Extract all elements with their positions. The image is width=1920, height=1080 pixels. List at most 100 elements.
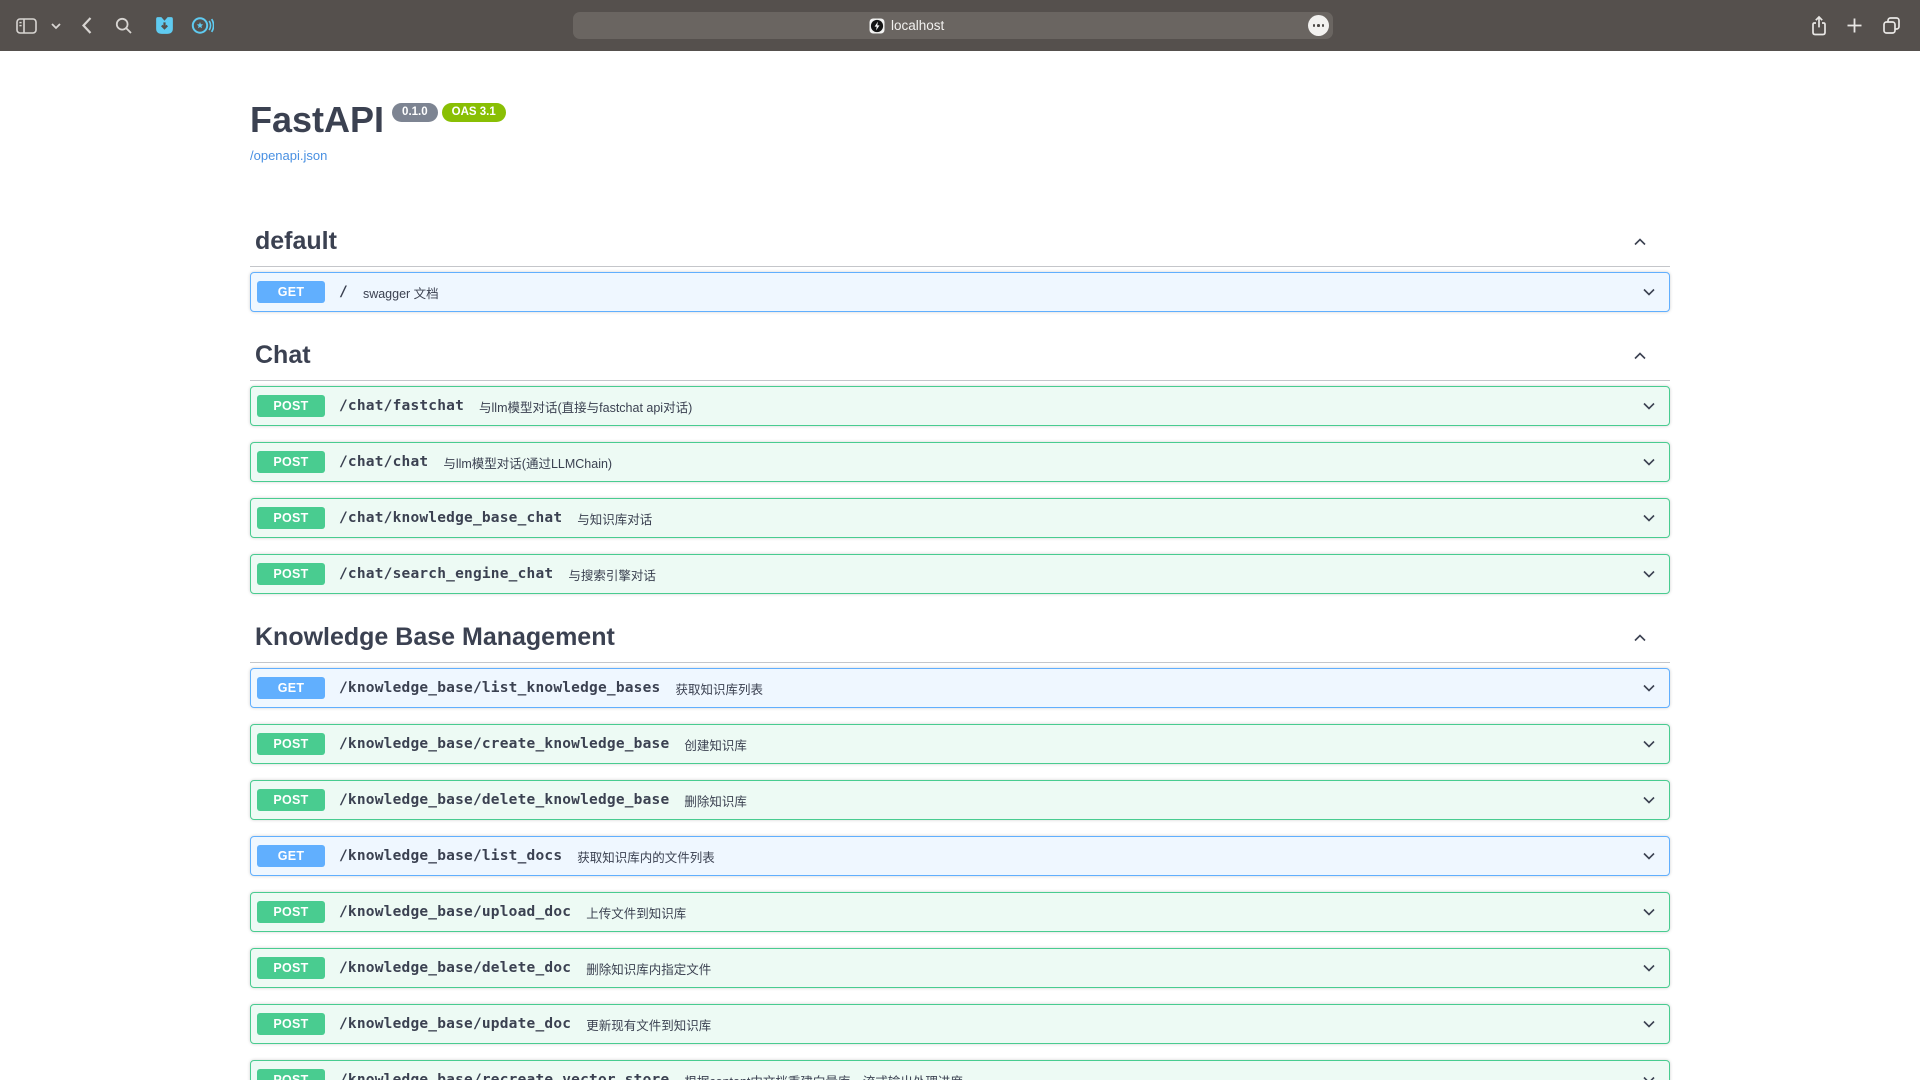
plus-icon <box>1846 17 1863 34</box>
collapse-section-icon[interactable] <box>1630 628 1650 648</box>
endpoint-description: 创建知识库 <box>684 735 747 754</box>
http-method-badge: POST <box>257 395 325 417</box>
endpoint-path: /knowledge_base/list_docs <box>339 848 562 864</box>
endpoint-path: /chat/knowledge_base_chat <box>339 510 562 526</box>
endpoint-row[interactable]: POST /chat/knowledge_base_chat 与知识库对话 <box>250 498 1670 538</box>
endpoint-description: 根据content中文档重建向量库，流式输出处理进度。 <box>684 1071 975 1080</box>
section-endpoints: GET /knowledge_base/list_knowledge_bases… <box>250 668 1670 1080</box>
endpoint-description: 更新现有文件到知识库 <box>586 1015 711 1034</box>
expand-endpoint-icon[interactable] <box>1639 1070 1659 1080</box>
endpoint-path: /chat/fastchat <box>339 398 464 414</box>
sidebar-menu-button[interactable] <box>51 22 61 30</box>
http-method-badge: GET <box>257 677 325 699</box>
url-text: localhost <box>891 18 944 33</box>
page-settings-button[interactable] <box>1308 15 1329 36</box>
endpoint-path: /knowledge_base/upload_doc <box>339 904 571 920</box>
section-header[interactable]: Chat <box>250 343 1670 381</box>
collapse-section-icon[interactable] <box>1630 346 1650 366</box>
expand-endpoint-icon[interactable] <box>1639 846 1659 866</box>
endpoint-path: /knowledge_base/delete_knowledge_base <box>339 792 669 808</box>
tabs-overview-icon <box>1881 15 1902 36</box>
endpoint-row[interactable]: GET /knowledge_base/list_docs 获取知识库内的文件列… <box>250 836 1670 876</box>
endpoint-description: 与llm模型对话(直接与fastchat api对话) <box>479 397 692 416</box>
share-button[interactable] <box>1810 15 1828 37</box>
endpoint-row[interactable]: POST /knowledge_base/delete_knowledge_ba… <box>250 780 1670 820</box>
expand-endpoint-icon[interactable] <box>1639 790 1659 810</box>
tabs-overview-button[interactable] <box>1881 15 1902 36</box>
expand-endpoint-icon[interactable] <box>1639 452 1659 472</box>
expand-endpoint-icon[interactable] <box>1639 282 1659 302</box>
endpoint-row[interactable]: POST /knowledge_base/upload_doc 上传文件到知识库 <box>250 892 1670 932</box>
http-method-badge: POST <box>257 789 325 811</box>
address-bar[interactable]: localhost <box>573 12 1333 39</box>
expand-endpoint-icon[interactable] <box>1639 1014 1659 1034</box>
endpoint-description: 删除知识库 <box>684 791 747 810</box>
endpoint-path: /chat/search_engine_chat <box>339 566 553 582</box>
endpoint-row[interactable]: GET / swagger 文档 <box>250 272 1670 312</box>
search-button[interactable] <box>115 17 133 35</box>
expand-endpoint-icon[interactable] <box>1639 902 1659 922</box>
endpoint-path: /knowledge_base/create_knowledge_base <box>339 736 669 752</box>
section-title: Chat <box>255 343 311 368</box>
expand-endpoint-icon[interactable] <box>1639 678 1659 698</box>
expand-endpoint-icon[interactable] <box>1639 508 1659 528</box>
share-icon <box>1810 15 1828 37</box>
section-title: default <box>255 229 337 254</box>
site-favicon-lightning-icon <box>869 18 885 34</box>
endpoint-path: /knowledge_base/list_knowledge_bases <box>339 680 660 696</box>
new-tab-button[interactable] <box>1846 17 1863 34</box>
api-sections: default GET / swagger 文档 Chat POST /chat… <box>250 229 1670 1080</box>
endpoint-row[interactable]: GET /knowledge_base/list_knowledge_bases… <box>250 668 1670 708</box>
back-button[interactable] <box>81 16 93 35</box>
collapse-section-icon[interactable] <box>1630 232 1650 252</box>
section-header[interactable]: Knowledge Base Management <box>250 625 1670 663</box>
http-method-badge: POST <box>257 733 325 755</box>
endpoint-description: 获取知识库内的文件列表 <box>577 847 715 866</box>
section-endpoints: POST /chat/fastchat 与llm模型对话(直接与fastchat… <box>250 386 1670 594</box>
page-title: FastAPI 0.1.0OAS 3.1 <box>250 102 1670 138</box>
http-method-badge: GET <box>257 845 325 867</box>
endpoint-description: 获取知识库列表 <box>675 679 763 698</box>
api-title-text: FastAPI <box>250 99 384 140</box>
http-method-badge: POST <box>257 957 325 979</box>
endpoint-row[interactable]: POST /knowledge_base/update_doc 更新现有文件到知… <box>250 1004 1670 1044</box>
http-method-badge: GET <box>257 281 325 303</box>
expand-endpoint-icon[interactable] <box>1639 958 1659 978</box>
http-method-badge: POST <box>257 1013 325 1035</box>
sidebar-toggle-button[interactable] <box>16 17 37 35</box>
extension-live-icon <box>190 14 214 37</box>
ellipsis-more-icon <box>1313 24 1316 27</box>
browser-toolbar: localhost <box>0 0 1920 51</box>
endpoint-description: 上传文件到知识库 <box>586 903 686 922</box>
http-method-badge: POST <box>257 901 325 923</box>
version-badge: 0.1.0 <box>392 103 438 122</box>
endpoint-description: 与搜索引擎对话 <box>568 565 656 584</box>
endpoint-description: 删除知识库内指定文件 <box>586 959 711 978</box>
expand-endpoint-icon[interactable] <box>1639 734 1659 754</box>
endpoint-row[interactable]: POST /chat/search_engine_chat 与搜索引擎对话 <box>250 554 1670 594</box>
expand-endpoint-icon[interactable] <box>1639 396 1659 416</box>
section-header[interactable]: default <box>250 229 1670 267</box>
endpoint-row[interactable]: POST /knowledge_base/delete_doc 删除知识库内指定… <box>250 948 1670 988</box>
endpoint-path: /knowledge_base/recreate_vector_store <box>339 1072 669 1080</box>
endpoint-row[interactable]: POST /chat/chat 与llm模型对话(通过LLMChain) <box>250 442 1670 482</box>
oas-badge: OAS 3.1 <box>442 103 506 122</box>
endpoint-description: 与知识库对话 <box>577 509 652 528</box>
expand-endpoint-icon[interactable] <box>1639 564 1659 584</box>
api-section: Chat POST /chat/fastchat 与llm模型对话(直接与fas… <box>250 343 1670 594</box>
endpoint-path: / <box>339 284 348 300</box>
extension-downloader-icon <box>153 14 176 37</box>
search-icon <box>115 17 133 35</box>
section-title: Knowledge Base Management <box>255 625 615 650</box>
openapi-spec-link[interactable]: /openapi.json <box>250 148 327 163</box>
extension-downloader-button[interactable] <box>153 14 176 37</box>
endpoint-row[interactable]: POST /chat/fastchat 与llm模型对话(直接与fastchat… <box>250 386 1670 426</box>
http-method-badge: POST <box>257 451 325 473</box>
extension-live-button[interactable] <box>190 14 214 37</box>
swagger-ui-page: FastAPI 0.1.0OAS 3.1 /openapi.json defaul… <box>0 51 1920 1080</box>
endpoint-row[interactable]: POST /knowledge_base/create_knowledge_ba… <box>250 724 1670 764</box>
api-section: Knowledge Base Management GET /knowledge… <box>250 625 1670 1080</box>
http-method-badge: POST <box>257 507 325 529</box>
endpoint-path: /chat/chat <box>339 454 428 470</box>
endpoint-row[interactable]: POST /knowledge_base/recreate_vector_sto… <box>250 1060 1670 1080</box>
